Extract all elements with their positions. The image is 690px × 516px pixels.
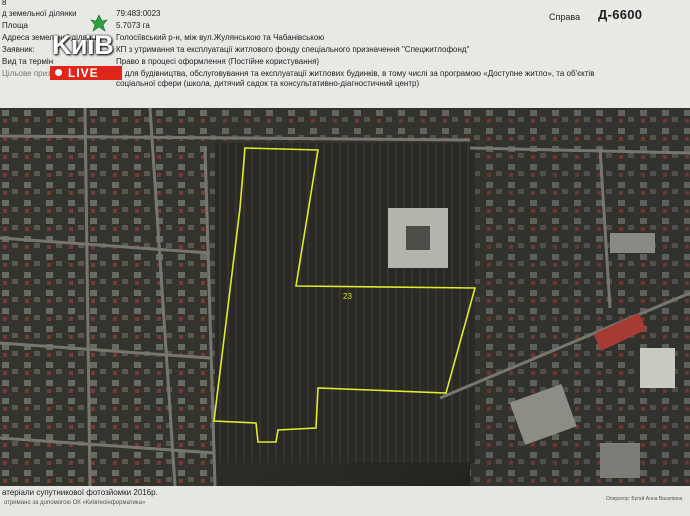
case-id: Д-6600: [598, 7, 643, 22]
info-value: КП з утримання та експлуатації житлового…: [116, 45, 470, 54]
residential-area-west: [0, 108, 215, 486]
operator-signature: Оператор: Бугай Анна Василівна: [606, 496, 683, 502]
info-value: 79:483:0023: [116, 9, 161, 18]
info-label: Вид та термін: [2, 57, 54, 66]
info-value: соціальної сфери (школа, дитячий садок т…: [116, 79, 420, 88]
residential-area-north: [215, 108, 690, 148]
planned-buildings: [388, 208, 448, 268]
corner-mark: 8: [2, 0, 7, 7]
imagery-source-note: отримано за допомогою ОК «Київгеоінформа…: [4, 500, 146, 506]
map-footer: атеріали супутникової фотозйомки 2016р. …: [0, 486, 690, 516]
info-value: 0. для будівництва, обслуговування та ек…: [116, 69, 595, 78]
vegetation-field: [215, 143, 475, 463]
info-value: Право в процесі оформлення (Постійне кор…: [116, 57, 320, 66]
case-label: Справа: [549, 12, 581, 22]
live-dot-icon: [55, 69, 62, 76]
info-value: Голосіївський р-н, між вул.Жулянською та…: [116, 33, 325, 42]
info-label: Заявник:: [2, 45, 35, 54]
logo-text: KиїВ: [52, 30, 114, 60]
live-label: LIVE: [68, 66, 99, 80]
screen-frame: 8 д земельної ділянки 79:483:0023 Площа …: [0, 0, 690, 516]
imagery-source: атеріали супутникової фотозйомки 2016р.: [2, 488, 158, 497]
parcel-number: 23: [343, 292, 352, 301]
info-label: Площа: [2, 21, 28, 30]
live-badge: LIVE: [50, 66, 122, 80]
residential-area-east: [470, 148, 690, 486]
satellite-map: 23: [0, 108, 690, 486]
